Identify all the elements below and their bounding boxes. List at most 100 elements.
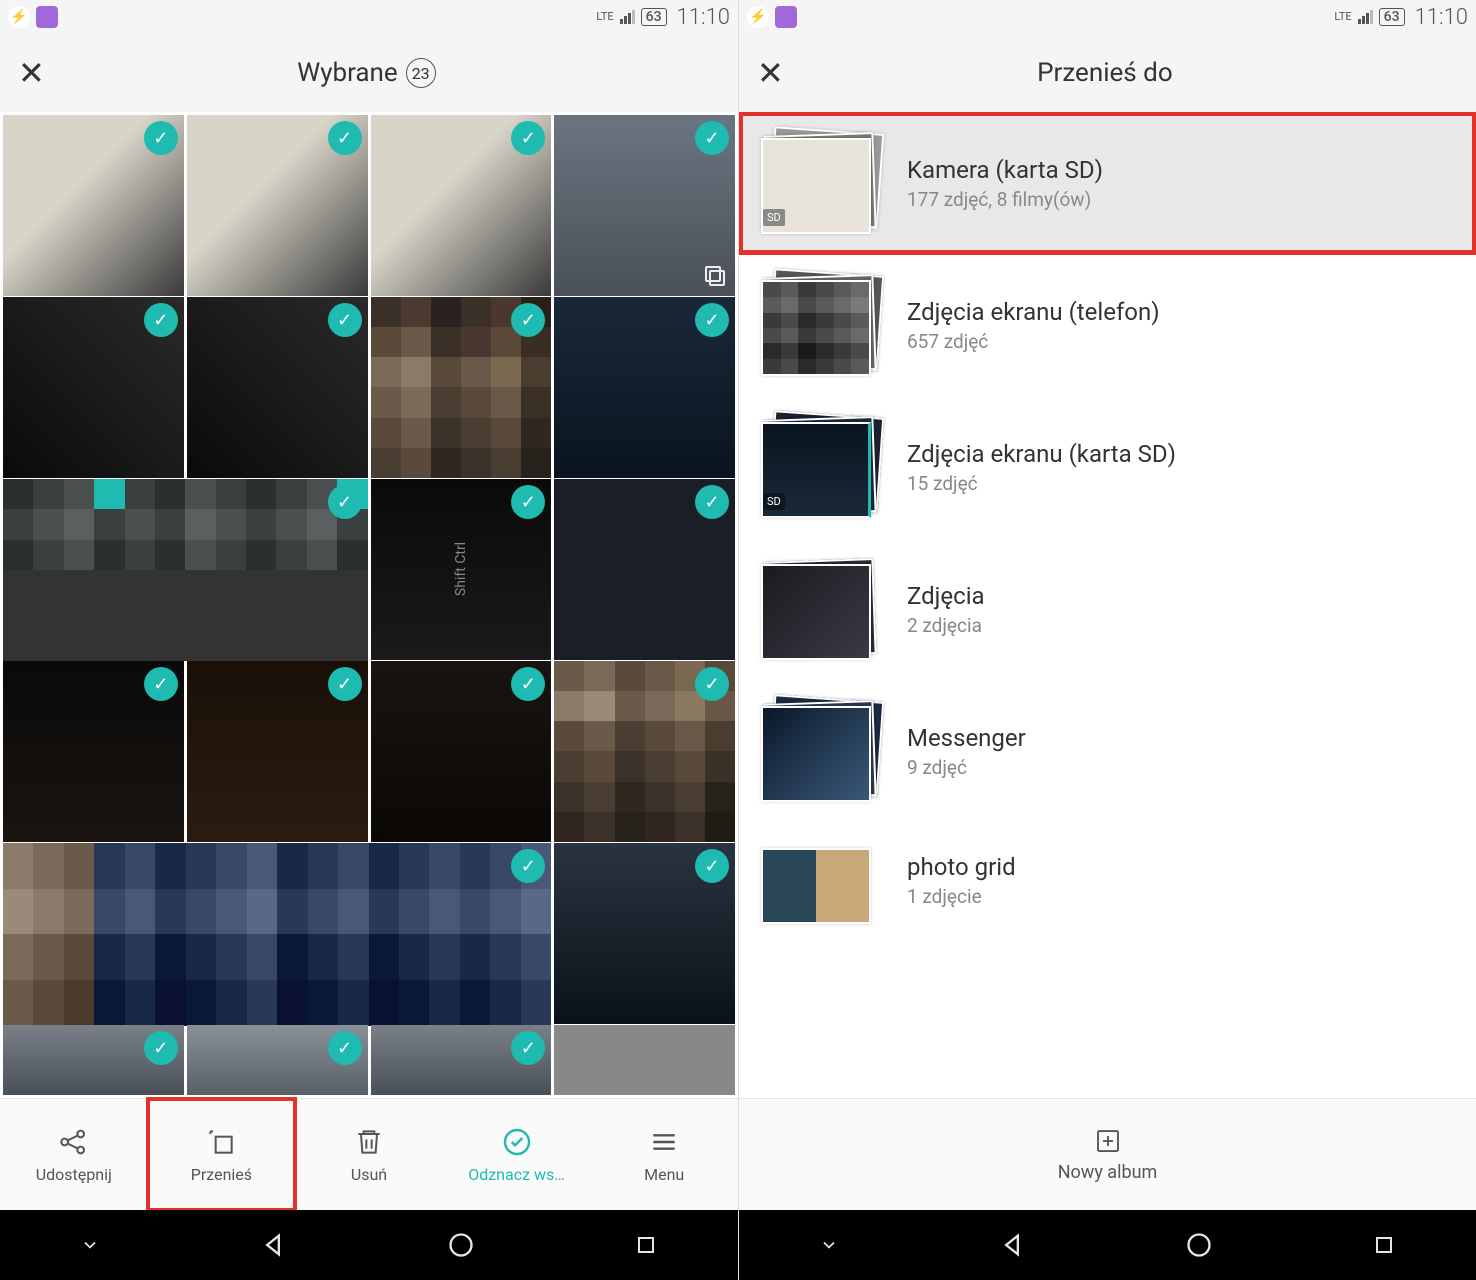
move-icon [204,1125,238,1159]
photo-thumb[interactable]: ✓ [3,1025,184,1095]
album-count: 9 zdjęć [907,756,1454,779]
album-count: 657 zdjęć [907,330,1454,353]
nav-back-icon[interactable] [998,1231,1026,1259]
photo-thumb[interactable]: ✓ [554,115,735,296]
album-count: 1 zdjęcie [907,885,1454,908]
menu-icon [647,1125,681,1159]
android-nav-bar [739,1210,1476,1280]
photo-thumb[interactable]: ✓ [371,115,552,296]
bottom-action-bar: Udostępnij Przenieś Usuń Odznacz ws… Men… [0,1098,738,1210]
check-icon: ✓ [511,1031,545,1065]
new-album-button[interactable]: Nowy album [739,1098,1476,1210]
album-thumb [761,556,881,662]
action-label: Przenieś [191,1165,252,1184]
album-name: Messenger [907,724,1454,752]
android-nav-bar [0,1210,738,1280]
check-icon: ✓ [695,849,729,883]
photo-thumb[interactable]: ✓ [371,1025,552,1095]
album-thumb [761,272,881,378]
album-row-screenshots-sd[interactable]: SD Zdjęcia ekranu (karta SD) 15 zdjęć [739,396,1476,538]
nav-home-icon[interactable] [447,1231,475,1259]
check-icon: ✓ [695,667,729,701]
photo-thumb[interactable]: ✓ [3,661,184,842]
title-text: Wybrane [297,58,398,88]
photo-thumb[interactable]: ✓ [3,115,184,296]
battery-level: 63 [1379,8,1405,26]
check-icon: ✓ [511,667,545,701]
photo-thumb[interactable]: ✓ [187,297,368,478]
close-icon[interactable]: ✕ [757,54,784,92]
album-thumb [761,698,881,804]
nav-expand-icon[interactable] [80,1235,100,1255]
album-name: photo grid [907,853,1454,881]
check-icon: ✓ [511,121,545,155]
page-title: Przenieś do [784,58,1426,88]
app-bar: ✕ Przenieś do [739,34,1476,112]
action-label: Udostępnij [36,1165,112,1184]
battery-level: 63 [641,8,667,26]
share-icon [57,1125,91,1159]
album-row-photogrid[interactable]: photo grid 1 zdjęcie [739,822,1476,920]
close-icon[interactable]: ✕ [18,54,45,92]
phone-right-move-to-view: ⚡ LTE 63 11:10 ✕ Przenieś do SD Kamera (… [738,0,1476,1280]
check-icon: ✓ [695,303,729,337]
album-count: 2 zdjęcia [907,614,1454,637]
share-button[interactable]: Udostępnij [0,1099,148,1210]
check-icon: ✓ [144,1031,178,1065]
nav-recent-icon[interactable] [1372,1233,1396,1257]
burst-icon [703,264,727,288]
album-name: Zdjęcia ekranu (karta SD) [907,440,1454,468]
check-icon: ✓ [328,667,362,701]
photo-thumb[interactable]: ✓ [554,297,735,478]
album-row-messenger[interactable]: Messenger 9 zdjęć [739,680,1476,822]
photo-thumb[interactable]: ✓ [554,479,735,660]
nav-expand-icon[interactable] [819,1235,839,1255]
network-type: LTE [1334,12,1351,22]
photo-thumb[interactable]: Shift Ctrl✓ [371,479,552,660]
app-notification-icon [36,6,58,28]
page-title: Wybrane 23 [45,58,688,88]
photo-thumb[interactable]: ✓ [3,843,551,1026]
album-row-screenshots-phone[interactable]: Zdjęcia ekranu (telefon) 657 zdjęć [739,254,1476,396]
move-button[interactable]: Przenieś [148,1099,296,1210]
photo-thumb[interactable]: ✓ [371,297,552,478]
check-icon: ✓ [511,485,545,519]
album-name: Zdjęcia [907,582,1454,610]
photo-thumb[interactable]: ✓ [187,661,368,842]
album-name: Kamera (karta SD) [907,156,1454,184]
check-circle-icon [500,1125,534,1159]
check-icon: ✓ [328,121,362,155]
photo-thumb[interactable]: ✓ [3,479,368,661]
sd-badge-icon: SD [763,493,785,510]
album-list[interactable]: SD Kamera (karta SD) 177 zdjęć, 8 filmy(… [739,112,1476,1098]
status-bar: ⚡ LTE 63 11:10 [739,0,1476,34]
check-icon: ✓ [144,121,178,155]
album-name: Zdjęcia ekranu (telefon) [907,298,1454,326]
action-label: Odznacz ws… [468,1165,565,1184]
delete-button[interactable]: Usuń [295,1099,443,1210]
signal-icon [1358,10,1373,24]
trash-icon [352,1125,386,1159]
check-icon: ✓ [328,303,362,337]
photo-thumb[interactable]: ✓ [554,661,735,842]
status-bar: ⚡ LTE 63 11:10 [0,0,738,34]
photo-thumb[interactable]: ✓ [187,1025,368,1095]
deselect-all-button[interactable]: Odznacz ws… [443,1099,591,1210]
photo-grid[interactable]: ✓ ✓ ✓ ✓ ✓ ✓ ✓ ✓ ✓ Shift Ctrl✓ ✓ ✓ ✓ ✓ ✓ … [0,112,738,1098]
title-text: Przenieś do [1037,58,1173,88]
photo-thumb[interactable] [554,1025,735,1095]
photo-thumb[interactable]: ✓ [371,661,552,842]
nav-recent-icon[interactable] [634,1233,658,1257]
album-count: 15 zdjęć [907,472,1454,495]
nav-back-icon[interactable] [259,1231,287,1259]
messenger-icon: ⚡ [8,6,30,28]
menu-button[interactable]: Menu [590,1099,738,1210]
album-row-camera-sd[interactable]: SD Kamera (karta SD) 177 zdjęć, 8 filmy(… [739,112,1476,254]
photo-thumb[interactable]: ✓ [554,843,735,1024]
phone-left-selected-view: ⚡ LTE 63 11:10 ✕ Wybrane 23 ✓ ✓ ✓ ✓ ✓ ✓ … [0,0,738,1280]
photo-thumb[interactable]: ✓ [187,115,368,296]
album-row-photos[interactable]: Zdjęcia 2 zdjęcia [739,538,1476,680]
nav-home-icon[interactable] [1185,1231,1213,1259]
photo-thumb[interactable]: ✓ [3,297,184,478]
check-icon: ✓ [328,485,362,519]
